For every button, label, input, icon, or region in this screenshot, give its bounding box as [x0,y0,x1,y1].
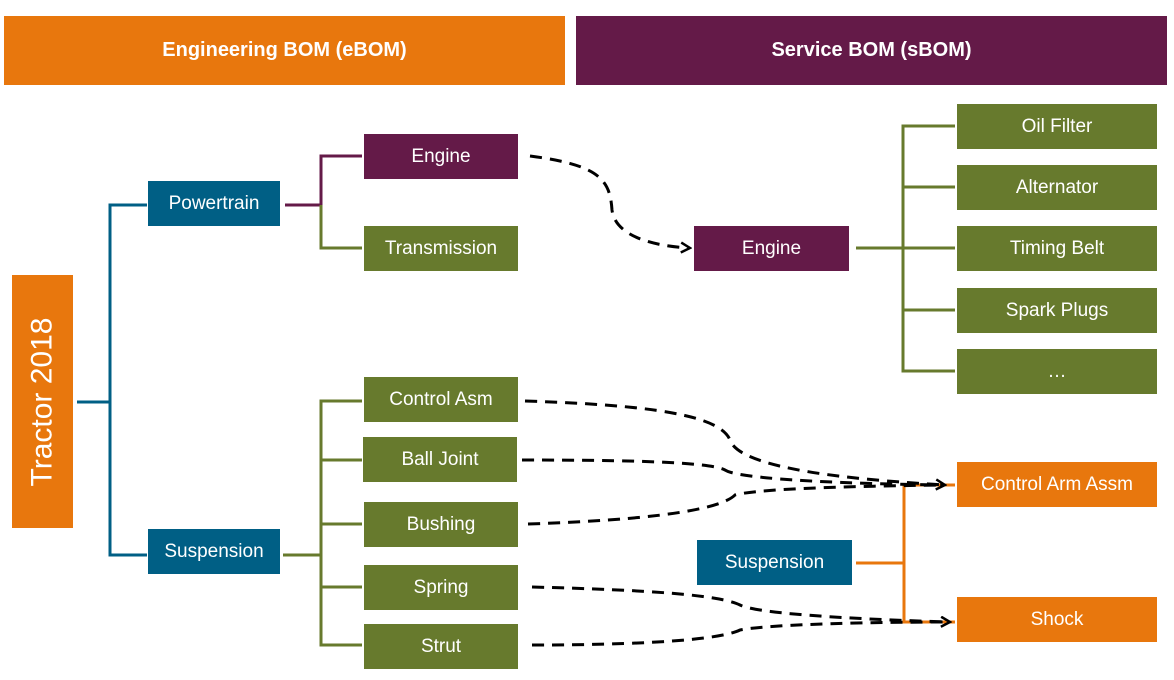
node-ebom-powertrain[interactable]: Powertrain [148,181,280,226]
node-label: Suspension [724,551,825,573]
node-label: Control Arm Assm [980,473,1134,495]
node-sbom-suspension[interactable]: Suspension [697,540,852,585]
mapping-bushing [527,483,946,526]
node-label: Transmission [384,237,498,259]
node-label: Ball Joint [401,448,479,470]
connector-sbom-suspension [856,483,955,624]
node-label: Control Asm [389,388,493,410]
node-label: Engine [741,237,802,259]
node-label: Spark Plugs [1005,299,1109,321]
node-sbom-spark-plugs[interactable]: Spark Plugs [957,288,1157,333]
node-label: Suspension [164,540,264,562]
node-tractor-2018[interactable]: Tractor 2018 [12,275,73,528]
node-label: Shock [1030,608,1084,630]
node-ebom-spring[interactable]: Spring [364,565,518,610]
node-sbom-more[interactable]: … [957,349,1157,394]
node-sbom-oil-filter[interactable]: Oil Filter [957,104,1157,149]
node-label: … [1047,360,1067,382]
node-ebom-bushing[interactable]: Bushing [364,502,518,547]
ebom-header: Engineering BOM (eBOM) [4,16,565,85]
node-label: Oil Filter [1021,115,1093,137]
node-sbom-alternator[interactable]: Alternator [957,165,1157,210]
node-label: Spring [413,576,469,598]
connector-layer [77,124,955,647]
mapping-strut [531,620,951,647]
mapping-engine [529,154,690,248]
connector-group [77,203,147,557]
connector-powertrain-engine [285,154,362,207]
connector-powertrain-transmission [319,205,362,250]
node-sbom-engine[interactable]: Engine [694,226,849,271]
node-ebom-transmission[interactable]: Transmission [364,226,518,271]
node-tractor-2018-label: Tractor 2018 [25,317,59,486]
node-label: Alternator [1015,176,1099,198]
ebom-header-label: Engineering BOM (eBOM) [162,39,407,61]
node-ebom-strut[interactable]: Strut [364,624,518,669]
node-ebom-control-asm[interactable]: Control Asm [364,377,518,422]
mapping-spring [531,585,950,622]
node-label: Powertrain [168,192,260,214]
node-sbom-timing-belt[interactable]: Timing Belt [957,226,1157,271]
node-sbom-control-arm-assm[interactable]: Control Arm Assm [957,462,1157,507]
connector-root-to-powertrain [108,203,147,557]
node-label: Timing Belt [1009,237,1105,259]
node-label: Engine [411,145,471,167]
connector-group [283,399,362,647]
connector-group [856,124,955,373]
mapping-control-asm [524,399,945,485]
node-ebom-engine[interactable]: Engine [364,134,518,179]
node-ebom-suspension[interactable]: Suspension [148,529,280,574]
node-label: Strut [420,635,462,657]
node-sbom-shock[interactable]: Shock [957,597,1157,642]
node-label: Bushing [406,513,476,535]
node-ebom-ball-joint[interactable]: Ball Joint [363,437,517,482]
mapping-ball-joint [521,458,946,487]
sbom-header: Service BOM (sBOM) [576,16,1167,85]
sbom-header-label: Service BOM (sBOM) [771,39,972,61]
